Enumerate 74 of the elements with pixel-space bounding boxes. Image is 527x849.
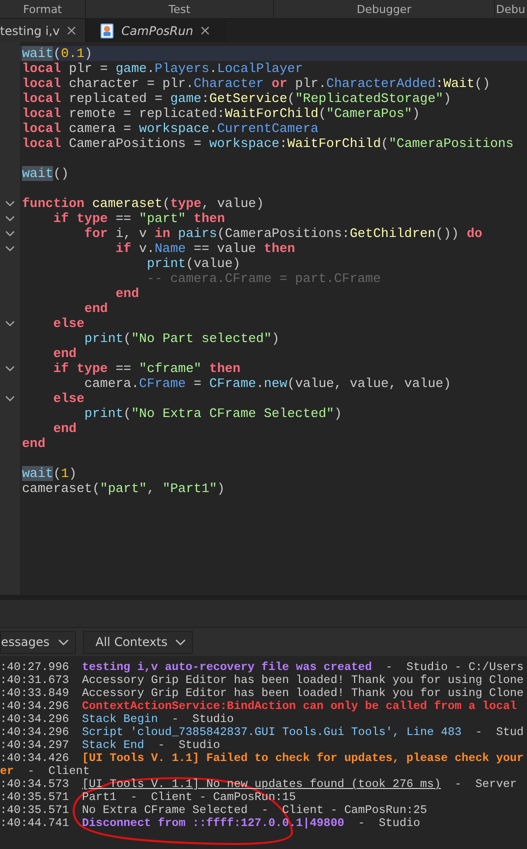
log-timestamp: :40:44.741 xyxy=(0,817,70,830)
code-line: camera.CFrame = CFrame.new(value, value, value) xyxy=(84,376,452,391)
code-line: print(value) xyxy=(146,256,242,271)
log-timestamp: :40:34.573 xyxy=(0,778,70,791)
log-source: - Stud xyxy=(475,726,524,739)
code-line: print("No Part selected") xyxy=(83,331,280,346)
log-source: - Server xyxy=(454,778,517,791)
code-line: end xyxy=(21,436,46,451)
editor-tab[interactable]: testing i,v × xyxy=(0,19,86,42)
log-source: - Studio xyxy=(158,739,220,752)
fold-chevron-icon[interactable] xyxy=(5,395,15,402)
log-source: - Studio - C:/Users xyxy=(386,661,524,674)
log-message: Stack End xyxy=(82,739,144,752)
log-message: Part1 xyxy=(82,791,117,804)
code-line: end xyxy=(84,301,109,316)
log-message: Accessory Grip Editor has been loaded! Thank you for using Clone xyxy=(82,674,524,687)
fold-chevron-icon[interactable] xyxy=(5,245,15,252)
code-line: else xyxy=(52,316,86,331)
code-line: for i, v in pairs(CameraPositions:GetChildren()) do xyxy=(83,226,484,241)
log-timestamp: :40:34.296 xyxy=(0,713,70,726)
close-tab-button[interactable]: × xyxy=(199,22,211,38)
ribbon-section-label: Debu xyxy=(496,2,526,16)
log-message: [UI Tools V. 1.1] Failed to check for updates, please check your xyxy=(82,752,524,765)
close-tab-button[interactable]: × xyxy=(66,22,78,38)
log-message: ContextActionService:BindAction can only be called from a local xyxy=(82,700,517,713)
code-line: wait() xyxy=(21,166,70,181)
log-source: - Client - CamPosRun:25 xyxy=(261,804,428,817)
code-line: cameraset("part", "Part1") xyxy=(21,481,226,496)
ribbon-section-label: Test xyxy=(168,2,190,16)
code-line: local plr = game.Players.LocalPlayer xyxy=(21,61,304,76)
log-source: - Studio xyxy=(172,713,234,726)
fold-chevron-icon[interactable] xyxy=(5,200,15,207)
code-line: if type == "part" then xyxy=(52,211,226,226)
log-timestamp: :40:35.571 xyxy=(0,791,70,804)
log-timestamp: :40:34.297 xyxy=(0,739,70,752)
code-line: function cameraset(type, value) xyxy=(21,196,265,211)
chevron-down-icon xyxy=(175,638,186,646)
code-line: print("No Extra CFrame Selected") xyxy=(83,406,343,421)
log-timestamp: :40:34.296 xyxy=(0,700,70,713)
log-timestamp: :40:34.426 xyxy=(0,752,70,765)
ribbon-section-label: Debugger xyxy=(356,2,412,16)
fold-chevron-icon[interactable] xyxy=(5,215,15,222)
log-timestamp: :40:35.571 xyxy=(0,804,70,817)
log-message: Stack Begin xyxy=(82,713,158,726)
filter-dropdown[interactable]: essages xyxy=(0,630,76,654)
code-line: else xyxy=(52,391,86,406)
code-line: if v.Name == value then xyxy=(114,241,296,256)
code-line: end xyxy=(52,421,78,436)
code-line: local CameraPositions = workspace:WaitForChild("CameraPositions xyxy=(21,136,515,151)
fold-chevron-icon[interactable] xyxy=(5,365,15,372)
log-timestamp: :40:33.849 xyxy=(0,687,70,700)
log-message: er xyxy=(0,765,14,778)
log-timestamp: :40:34.296 xyxy=(0,726,70,739)
log-timestamp: :40:31.673 xyxy=(0,674,70,687)
log-message: Script 'cloud_7385842837.GUI Tools.Gui Tools', Line 483 xyxy=(82,726,462,739)
log-timestamp: :40:27.996 xyxy=(0,661,70,674)
filter-dropdown[interactable]: All Contexts xyxy=(82,630,194,654)
code-line: local remote = replicated:WaitForChild("CameraPos") xyxy=(21,106,421,121)
code-line: end xyxy=(114,286,140,301)
chevron-down-icon xyxy=(58,638,68,646)
log-message: No Extra CFrame Selected xyxy=(82,804,248,817)
fold-chevron-icon[interactable] xyxy=(5,230,15,237)
code-line: local character = plr.Character or plr.CharacterAdded:Wait() xyxy=(21,76,492,91)
code-line: -- camera.CFrame = part.CFrame xyxy=(146,271,382,286)
code-line: end xyxy=(52,346,78,361)
code-line: if type == "cframe" then xyxy=(52,361,242,376)
log-source: - Client xyxy=(28,765,90,778)
log-message: Accessory Grip Editor has been loaded! Thank you for using Clone xyxy=(82,687,524,700)
code-line: local camera = workspace.CurrentCamera xyxy=(21,121,320,136)
fold-chevron-icon[interactable] xyxy=(5,320,15,327)
log-source: - Studio xyxy=(358,817,420,830)
ribbon-section-label: Format xyxy=(23,2,62,16)
log-message: testing i,v auto-recovery file was created xyxy=(82,661,372,674)
code-line: local replicated = game:GetService("ReplicatedStorage") xyxy=(21,91,452,106)
